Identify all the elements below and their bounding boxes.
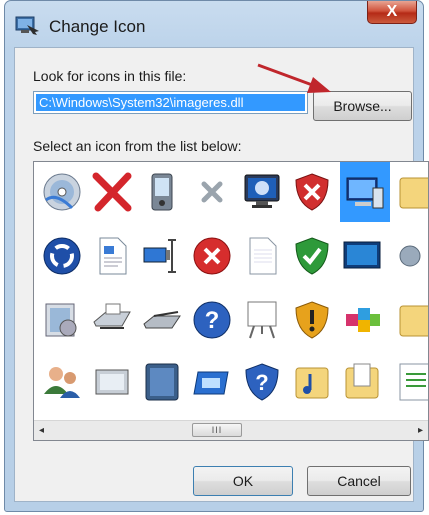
security-shield-warning-icon[interactable] xyxy=(290,298,334,342)
tablet-icon[interactable] xyxy=(140,360,184,404)
red-x-icon[interactable] xyxy=(90,170,134,214)
music-folder-icon[interactable] xyxy=(290,360,334,404)
horizontal-scrollbar[interactable]: ◂ III ▸ xyxy=(34,420,428,440)
cd-disc-icon[interactable] xyxy=(40,170,84,214)
select-icon-label: Select an icon from the list below: xyxy=(33,138,242,154)
network-connector-icon[interactable] xyxy=(140,234,184,278)
device-panel-icon[interactable] xyxy=(90,360,134,404)
icon-list[interactable]: ? ? ◂ III ▸ xyxy=(33,161,429,441)
pda-device-icon[interactable] xyxy=(140,170,184,214)
card-reader-icon[interactable] xyxy=(190,360,234,404)
folder-partial-icon[interactable] xyxy=(396,298,428,342)
security-shield-red-icon[interactable] xyxy=(290,170,334,214)
monitor-icon[interactable] xyxy=(240,170,284,214)
document-partial-icon[interactable] xyxy=(396,360,428,404)
look-for-icons-label: Look for icons in this file: xyxy=(33,68,187,84)
gear-partial-icon[interactable] xyxy=(396,234,428,278)
change-icon-app-icon xyxy=(15,16,39,35)
scanner-icon[interactable] xyxy=(140,298,184,342)
gray-x-icon[interactable] xyxy=(190,170,234,214)
help-question-icon[interactable]: ? xyxy=(190,298,234,342)
cancel-button[interactable]: Cancel xyxy=(307,466,411,496)
error-red-circle-icon[interactable] xyxy=(190,234,234,278)
display-screen-icon[interactable] xyxy=(340,234,384,278)
circular-arrows-icon[interactable] xyxy=(40,234,84,278)
window-title: Change Icon xyxy=(49,17,146,36)
scrollbar-thumb[interactable]: III xyxy=(192,423,242,437)
printer-icon[interactable] xyxy=(90,298,134,342)
apps-cube-icon[interactable] xyxy=(340,298,384,342)
red-arrow-annotation-icon xyxy=(257,63,331,93)
close-button[interactable]: X xyxy=(367,1,417,24)
media-library-icon[interactable] xyxy=(40,298,84,342)
projector-screen-icon[interactable] xyxy=(240,298,284,342)
help-shield-icon[interactable]: ? xyxy=(240,360,284,404)
document-folder-icon[interactable] xyxy=(340,360,384,404)
folder-partial-icon[interactable] xyxy=(396,170,428,214)
svg-text:?: ? xyxy=(255,370,268,395)
blank-page-icon[interactable] xyxy=(240,234,284,278)
document-icon[interactable] xyxy=(90,234,134,278)
scroll-left-arrow-icon[interactable]: ◂ xyxy=(39,425,44,436)
security-shield-green-icon[interactable] xyxy=(290,234,334,278)
users-icon[interactable] xyxy=(40,360,84,404)
computer-selected-icon[interactable] xyxy=(340,162,390,222)
svg-text:?: ? xyxy=(205,307,220,334)
ok-button[interactable]: OK xyxy=(193,466,293,496)
title-bar[interactable]: Change Icon X xyxy=(5,1,423,45)
scroll-right-arrow-icon[interactable]: ▸ xyxy=(418,425,423,436)
